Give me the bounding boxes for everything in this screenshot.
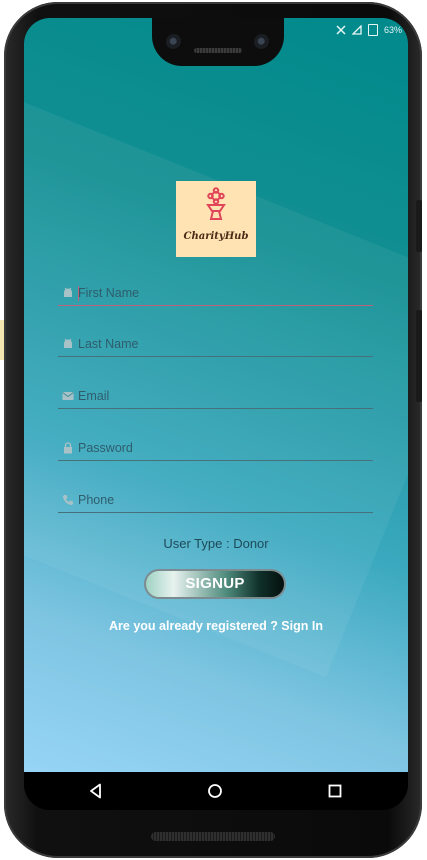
phone-input[interactable]: [78, 490, 368, 510]
android-icon: [64, 287, 72, 297]
phone-frame: 63% CharityHub First Name Last Name Emai…: [4, 2, 422, 858]
back-triangle-icon[interactable]: [86, 782, 106, 800]
text-cursor: [78, 286, 79, 301]
volume-button: [416, 310, 422, 402]
phone-screen: 63% CharityHub First Name Last Name Emai…: [24, 18, 408, 810]
signup-button[interactable]: SIGNUP: [144, 569, 286, 599]
logo-text: CharityHub: [183, 231, 249, 242]
last-name-input[interactable]: [78, 334, 368, 354]
first-name-field[interactable]: [58, 283, 373, 306]
password-input[interactable]: [78, 438, 368, 458]
front-camera-right: [254, 34, 270, 50]
power-button: [416, 200, 422, 252]
status-icons: 63%: [336, 24, 402, 36]
phone-field[interactable]: [58, 490, 373, 513]
sign-in-link[interactable]: Are you already registered ? Sign In: [24, 619, 408, 633]
last-name-field[interactable]: [58, 334, 373, 357]
bottom-speaker: [151, 832, 275, 841]
battery-percent: 63%: [383, 25, 402, 35]
flower-trophy-icon: [206, 187, 226, 220]
navigation-bar: [24, 772, 408, 810]
charityhub-logo: CharityHub: [176, 181, 256, 257]
battery-icon: [367, 24, 378, 36]
android-icon: [64, 338, 72, 348]
user-type-label: User Type : Donor: [163, 536, 269, 551]
phone-icon: [62, 495, 73, 506]
earpiece-speaker: [194, 48, 242, 53]
camera-notch: [152, 18, 284, 66]
password-field[interactable]: [58, 438, 373, 461]
home-circle-icon[interactable]: [205, 782, 225, 800]
lock-icon: [64, 442, 72, 454]
first-name-input[interactable]: [78, 283, 368, 303]
front-camera-left: [166, 34, 182, 50]
signal-icon: [351, 25, 362, 35]
wifi-icon: [336, 25, 346, 35]
email-field[interactable]: [58, 386, 373, 409]
mail-icon: [62, 392, 74, 400]
signup-screen: 63% CharityHub First Name Last Name Emai…: [24, 18, 408, 772]
email-input[interactable]: [78, 386, 368, 406]
recents-square-icon[interactable]: [325, 782, 345, 800]
